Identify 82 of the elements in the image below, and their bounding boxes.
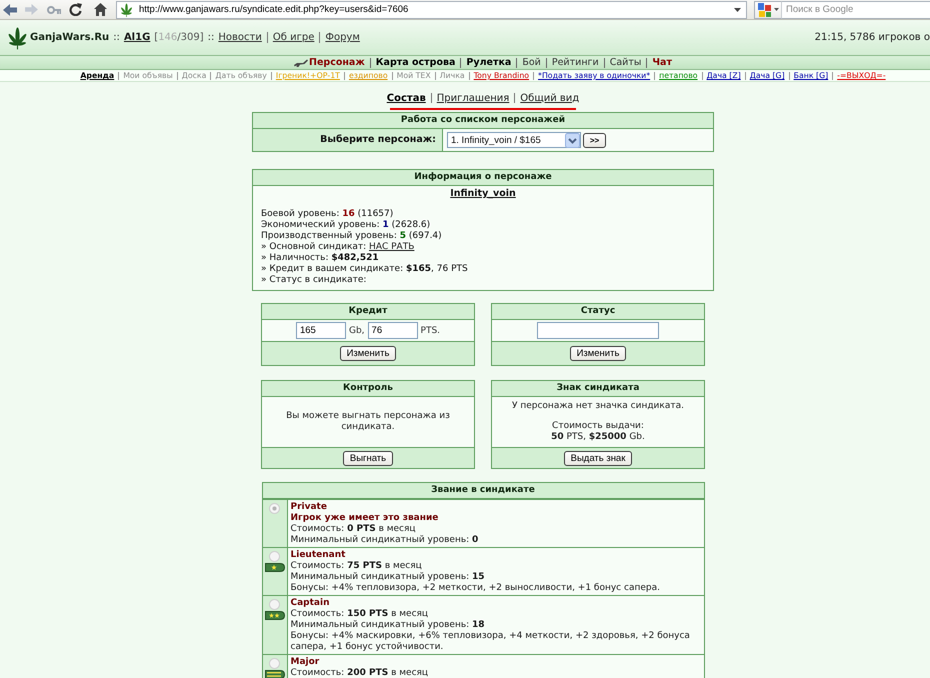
issue-badge-button[interactable]: Выдать знак <box>564 450 632 466</box>
panel-title: Информация о персонаже <box>253 170 713 186</box>
header-link[interactable]: Об игре <box>272 32 314 43</box>
info-line: » Основной синдикат: НАС РАТЬ <box>261 242 414 253</box>
money-input[interactable]: 165 <box>296 322 346 339</box>
search-engine-button[interactable] <box>754 0 782 18</box>
rank-name: Major <box>290 657 320 668</box>
leaf-icon[interactable] <box>7 24 28 50</box>
health-counter: [146/309] <box>154 32 204 43</box>
go-button[interactable]: >> <box>583 132 606 148</box>
unit-label: Gb, <box>348 326 365 336</box>
panel-title: Кредит <box>262 304 474 320</box>
rank-note: Игрок уже имеет это звание <box>290 513 440 524</box>
rank-cost: Стоимость: 75 PTS в месяц <box>290 561 423 572</box>
reload-icon[interactable] <box>69 3 82 16</box>
header-link[interactable]: Новости <box>218 32 262 43</box>
rank-name: Lieutenant <box>290 550 346 561</box>
nav-link[interactable]: Карта острова <box>376 57 456 68</box>
nav-link[interactable]: Рейтинги <box>552 57 599 68</box>
rifle-icon <box>294 58 308 66</box>
character-dropdown[interactable]: 1. Infinity_voin / $165 <box>447 132 581 148</box>
panel-title: Звание в синдикате <box>262 483 704 499</box>
nav-link[interactable]: Бой <box>522 57 541 68</box>
rank-min-level: Минимальный синдикатный уровень: 15 <box>290 572 486 583</box>
rank-min-level: Минимальный синдикатный уровень: 0 <box>290 535 480 546</box>
rank-cost: Стоимость: 200 PTS в месяц <box>290 668 430 678</box>
separator-text: :: <box>113 32 120 43</box>
star-badge-icon <box>264 563 284 572</box>
info-line: Экономический уровень: 1 (2628.6) <box>261 220 430 231</box>
user-link[interactable]: Al1G <box>124 32 150 43</box>
info-line: » Наличность: $482,521 <box>261 253 379 264</box>
online-status-text: 21:15, 5786 игроков о <box>814 32 930 43</box>
panel-title: Статус <box>492 304 704 320</box>
header-link[interactable]: Форум <box>325 32 360 43</box>
panel-text: Вы можете выгнать персонажа из синдиката. <box>285 411 451 433</box>
rank-name: Captain <box>290 598 330 609</box>
nav-link[interactable]: Чат <box>652 57 672 68</box>
change-button[interactable]: Изменить <box>570 346 626 361</box>
caret-icon <box>774 8 779 11</box>
key-icon[interactable] <box>47 6 61 14</box>
panel-title: Контроль <box>262 381 474 397</box>
unit-label: PTS. <box>420 326 440 336</box>
address-field[interactable]: http://www.ganjawars.ru/syndicate.edit.php?key=users&id=7606 <box>116 0 747 18</box>
info-line: Производственный уровень: 5 (697.4) <box>261 231 442 242</box>
info-line: » Кредит в вашем синдикате: $165, 76 PTS <box>261 264 468 275</box>
home-icon[interactable] <box>94 3 107 16</box>
kick-button[interactable]: Выгнать <box>342 450 394 466</box>
panel-title: Знак синдиката <box>492 381 704 397</box>
cost-text: 50 PTS, $25000 Gb. <box>551 432 645 443</box>
tab[interactable]: Общий вид <box>520 92 580 104</box>
rank-min-level: Минимальный синдикатный уровень: 18 <box>290 620 486 631</box>
search-field[interactable]: Поиск в Google <box>782 0 930 18</box>
site-name: GanjaWars.Ru <box>30 32 110 43</box>
caret-icon[interactable] <box>565 132 580 148</box>
cost-label: Стоимость выдачи: <box>552 421 644 432</box>
back-arrow-icon[interactable] <box>3 4 17 16</box>
points-input[interactable]: 76 <box>368 322 418 339</box>
rank-name: Private <box>290 502 328 513</box>
leaf-icon <box>120 2 133 16</box>
nav-link[interactable]: Рулетка <box>466 57 512 68</box>
rank-bonus: Бонусы: +4% тепловизора, +2 меткости, +2 выносливости, +1 бонус сапера. <box>290 583 661 594</box>
select-label: Выберите персонаж: <box>253 129 443 151</box>
tab[interactable]: Состав <box>386 92 426 104</box>
rank-cost: Стоимость: 0 PTS в месяц <box>290 524 417 535</box>
character-name-link[interactable]: Infinity_voin <box>450 188 516 200</box>
syndicate-link[interactable]: НАС РАТЬ <box>369 242 414 252</box>
info-line: Боевой уровень: 16 (11657) <box>261 209 394 220</box>
nav-link[interactable]: Персонаж <box>309 57 365 68</box>
change-button[interactable]: Изменить <box>340 346 396 361</box>
status-input[interactable] <box>537 322 659 339</box>
tab[interactable]: Приглашения <box>436 92 510 104</box>
panel-text: У персонажа нет значка синдиката. <box>512 401 684 412</box>
two-star-badge-icon <box>264 611 284 620</box>
separator-text: :: <box>208 32 214 43</box>
striped-badge-icon <box>264 670 284 678</box>
nav-link[interactable]: Сайты <box>610 57 642 68</box>
info-line: » Статус в синдикате: <box>261 275 366 286</box>
panel-title: Работа со списком персонажей <box>253 113 713 129</box>
caret-icon[interactable] <box>734 8 741 12</box>
rank-cost: Стоимость: 150 PTS в месяц <box>290 609 430 620</box>
rank-bonus: Бонусы: +4% маскировки, +6% тепловизора, +4 меткости, +2 здоровья, +2 бонуса сапера, +1 бонус устойчивости. <box>290 631 691 653</box>
colored-squares-icon <box>758 2 772 16</box>
